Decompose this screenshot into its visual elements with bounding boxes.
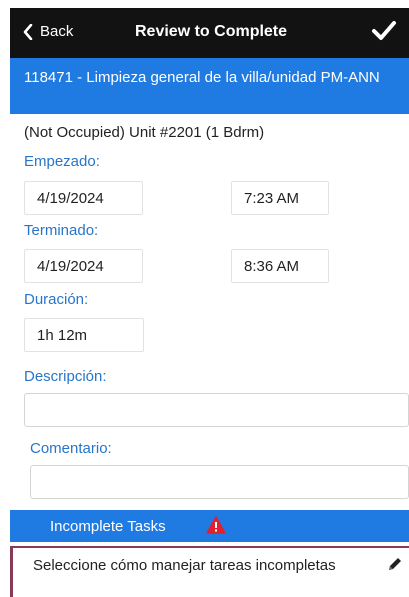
started-time-field[interactable]: 7:23 AM bbox=[231, 181, 329, 215]
back-label: Back bbox=[40, 23, 74, 40]
comment-label: Comentario: bbox=[30, 440, 112, 457]
chevron-left-icon bbox=[23, 23, 33, 40]
work-order-banner: 118471 - Limpieza general de la villa/un… bbox=[10, 58, 409, 114]
back-button[interactable]: Back bbox=[22, 23, 73, 40]
warning-icon bbox=[206, 516, 226, 534]
work-order-title: 118471 - Limpieza general de la villa/un… bbox=[24, 69, 380, 86]
checkmark-icon[interactable] bbox=[371, 20, 397, 42]
finished-date-field[interactable]: 4/19/2024 bbox=[24, 249, 143, 283]
comment-input[interactable] bbox=[30, 465, 409, 499]
page-title: Review to Complete bbox=[135, 23, 288, 40]
finished-time-field[interactable]: 8:36 AM bbox=[231, 249, 329, 283]
navigation-bar: Back Review to Complete bbox=[10, 8, 409, 58]
duration-field: 1h 12m bbox=[24, 318, 144, 352]
incomplete-tasks-header: Incomplete Tasks bbox=[10, 510, 409, 542]
description-label: Descripción: bbox=[24, 368, 107, 385]
pencil-icon[interactable] bbox=[387, 556, 403, 572]
finished-label: Terminado: bbox=[24, 222, 99, 239]
unit-info: (Not Occupied) Unit #2201 (1 Bdrm) bbox=[24, 124, 265, 141]
started-date-field[interactable]: 4/19/2024 bbox=[24, 181, 143, 215]
manage-incomplete-tasks-text: Seleccione cómo manejar tareas incomplet… bbox=[33, 557, 336, 574]
duration-label: Duración: bbox=[24, 291, 89, 308]
manage-incomplete-tasks-row[interactable]: Seleccione cómo manejar tareas incomplet… bbox=[10, 546, 409, 597]
description-input[interactable] bbox=[24, 393, 409, 427]
started-label: Empezado: bbox=[24, 153, 100, 170]
incomplete-tasks-label: Incomplete Tasks bbox=[50, 518, 166, 535]
